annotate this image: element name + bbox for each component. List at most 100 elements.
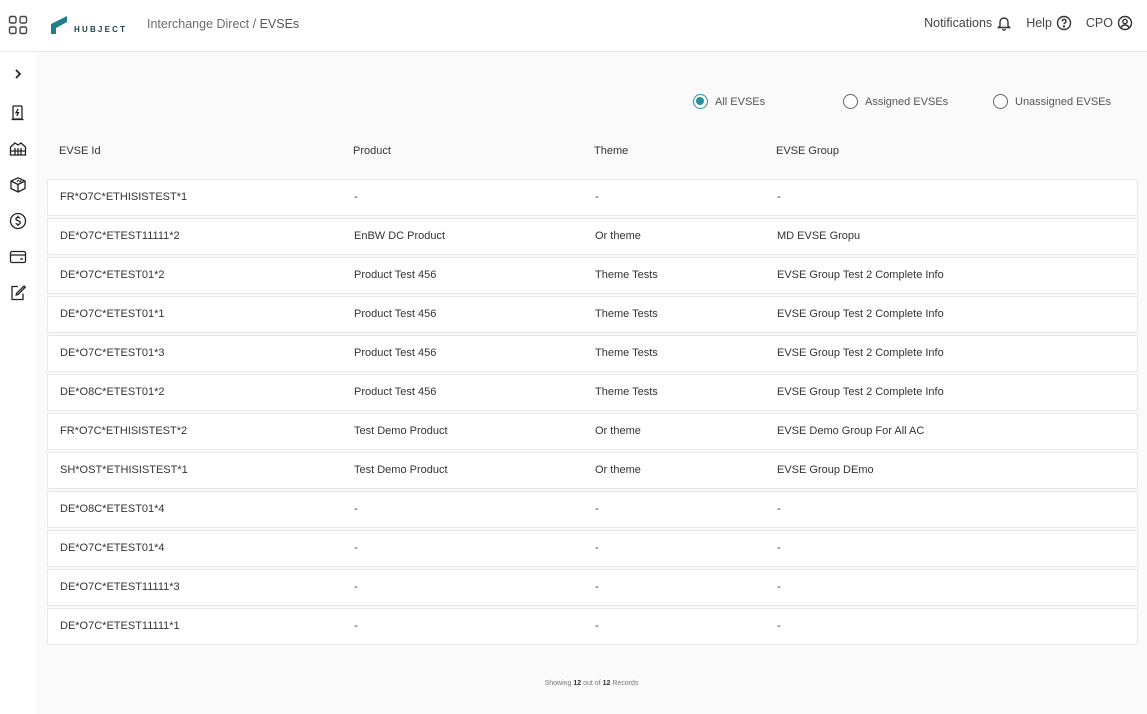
main-content: All EVSEs Assigned EVSEs Unassigned EVSE… [36,53,1147,714]
cell-evse-group: EVSE Group Test 2 Complete Info [777,347,944,359]
notifications-label: Notifications [924,16,993,30]
breadcrumb-current: EVSEs [259,17,300,31]
table-row[interactable]: FR*O7C*ETHISISTEST*1 - - - [47,179,1138,216]
cell-theme: Theme Tests [595,308,658,320]
cell-theme: - [595,191,599,203]
cell-evse-id: DE*O7C*ETEST11111*2 [60,230,180,242]
bell-icon [996,17,1012,31]
cell-evse-id: SH*OST*ETHISISTEST*1 [60,464,188,476]
cell-evse-group: EVSE Demo Group For All AC [777,425,925,437]
cell-product: - [354,503,358,515]
column-header-product[interactable]: Product [353,145,391,157]
column-header-evse-id[interactable]: EVSE Id [59,145,101,157]
sidebar-item-products[interactable] [8,175,28,195]
table-row[interactable]: DE*O7C*ETEST01*4 - - - [47,530,1138,567]
building-icon [9,142,27,156]
wallet-icon [9,250,27,264]
breadcrumb: Interchange Direct / EVSEs [147,17,299,31]
apps-grid-icon[interactable] [8,15,28,35]
cell-product: Test Demo Product [354,464,448,476]
table-row[interactable]: DE*O7C*ETEST11111*1 - - - [47,608,1138,645]
cell-evse-id: DE*O8C*ETEST01*4 [60,503,165,515]
sidebar-item-pricing[interactable] [8,211,28,231]
evse-filter-group: All EVSEs Assigned EVSEs Unassigned EVSE… [36,94,1147,112]
cell-evse-group: - [777,581,781,593]
cell-evse-group: - [777,503,781,515]
user-menu-button[interactable]: CPO [1086,15,1133,31]
hubject-logo[interactable]: HUBJECT [50,15,127,35]
cell-evse-id: DE*O7C*ETEST11111*1 [60,620,180,632]
cell-theme: - [595,542,599,554]
charging-station-icon [11,105,24,121]
filter-unassigned-evses-radio[interactable]: Unassigned EVSEs [993,94,1111,109]
table-row[interactable]: SH*OST*ETHISISTEST*1 Test Demo Product O… [47,452,1138,489]
sidebar-item-charging[interactable] [8,103,28,123]
help-button[interactable]: Help [1026,15,1072,31]
records-total-count: 12 [602,680,611,687]
cell-theme: - [595,581,599,593]
records-label: Records [612,680,639,687]
filter-unassigned-label: Unassigned EVSEs [1015,95,1111,108]
column-header-evse-group[interactable]: EVSE Group [776,145,839,157]
table-row[interactable]: DE*O7C*ETEST11111*3 - - - [47,569,1138,606]
cell-product: - [354,581,358,593]
cell-evse-group: - [777,191,781,203]
sidebar-item-locations[interactable] [8,139,28,159]
radio-unselected-icon [993,94,1008,109]
cell-theme: Or theme [595,230,641,242]
cell-product: Product Test 456 [354,269,437,281]
cell-theme: - [595,620,599,632]
table-row[interactable]: DE*O7C*ETEST01*3 Product Test 456 Theme … [47,335,1138,372]
logo-mark-icon [51,16,67,34]
question-circle-icon [1056,15,1072,31]
cell-theme: Theme Tests [595,347,658,359]
cell-evse-group: - [777,620,781,632]
cell-product: Product Test 456 [354,308,437,320]
breadcrumb-parent[interactable]: Interchange Direct [147,17,249,31]
table-row[interactable]: DE*O7C*ETEST11111*2 EnBW DC Product Or t… [47,218,1138,255]
cell-product: Product Test 456 [354,386,437,398]
sidebar-item-contracts[interactable] [8,283,28,303]
sidebar-item-payments[interactable] [8,247,28,267]
filter-assigned-evses-radio[interactable]: Assigned EVSEs [843,94,948,109]
table-row[interactable]: DE*O7C*ETEST01*2 Product Test 456 Theme … [47,257,1138,294]
records-showing-label: Showing [544,680,572,687]
cell-evse-group: EVSE Group Test 2 Complete Info [777,269,944,281]
sidebar [0,53,36,714]
chevron-right-icon [15,69,22,79]
dollar-icon [9,212,27,230]
table-row[interactable]: FR*O7C*ETHISISTEST*2 Test Demo Product O… [47,413,1138,450]
radio-selected-icon [693,94,708,109]
filter-all-label: All EVSEs [715,95,766,108]
cell-theme: Theme Tests [595,269,658,281]
table-row[interactable]: DE*O8C*ETEST01*4 - - - [47,491,1138,528]
sidebar-expand-button[interactable] [8,64,28,84]
cell-theme: - [595,503,599,515]
column-header-theme[interactable]: Theme [594,145,628,157]
user-circle-icon [1117,15,1133,31]
cell-theme: Or theme [595,464,641,476]
cell-evse-group: MD EVSE Gropu [777,230,861,242]
logo-text: HUBJECT [74,25,128,34]
filter-all-evses-radio[interactable]: All EVSEs [693,94,765,109]
evse-table-body: FR*O7C*ETHISISTEST*1 - - - DE*O7C*ETEST1… [47,179,1138,647]
help-label: Help [1026,16,1052,30]
user-label: CPO [1085,16,1113,30]
notifications-button[interactable]: Notifications [924,15,1012,31]
table-row[interactable]: DE*O7C*ETEST01*1 Product Test 456 Theme … [47,296,1138,333]
cell-theme: Or theme [595,425,641,437]
table-row[interactable]: DE*O8C*ETEST01*2 Product Test 456 Theme … [47,374,1138,411]
cell-product: EnBW DC Product [354,230,446,242]
cell-evse-group: EVSE Group Test 2 Complete Info [777,386,944,398]
cell-evse-id: DE*O7C*ETEST01*1 [60,308,165,320]
radio-unselected-icon [843,94,858,109]
cell-product: Test Demo Product [354,425,448,437]
cell-product: - [354,191,358,203]
cell-evse-group: EVSE Group DEmo [777,464,874,476]
cell-evse-group: - [777,542,781,554]
cell-evse-id: DE*O8C*ETEST01*2 [60,386,165,398]
cell-product: - [354,542,358,554]
cell-evse-id: FR*O7C*ETHISISTEST*1 [60,191,188,203]
edit-icon [11,285,27,301]
top-bar: HUBJECT Interchange Direct / EVSEs Notif… [0,0,1147,52]
